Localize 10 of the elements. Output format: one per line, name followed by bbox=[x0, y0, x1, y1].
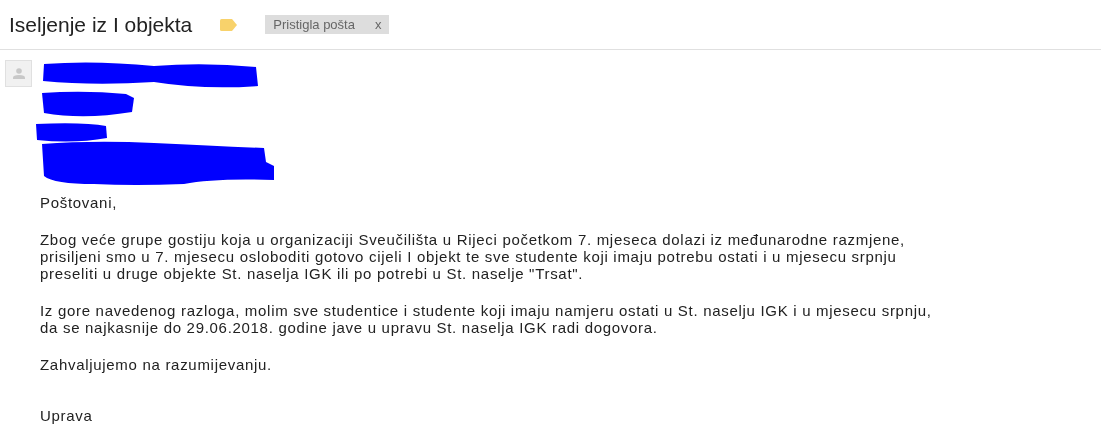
paragraph: Iz gore navedenog razloga, molim sve studentice i studente koji imaju namjeru ostati u St. naselju IGK i u mjesecu srpnju, da se najkasnije do 29.06.2018. godine jave u upravu St. naselja IGK radi dogovora. bbox=[40, 302, 932, 336]
paragraph: Zbog veće grupe gostiju koja u organizaciji Sveučilišta u Rijeci početkom 7. mjeseca dolazi iz međunarodne razmjene, prisiljeni smo u 7. mjesecu osloboditi gotovo cijeli I objekt te sve studente koji imaju potrebu ostati i u mjesecu srpnju preseliti u druge objekte St. naselja IGK ili po potrebi u St. naselje "Trsat". bbox=[40, 231, 906, 282]
paragraph: Poštovani, bbox=[40, 194, 119, 211]
paragraph: Zahvaljujemo na razumijevanju. bbox=[40, 356, 273, 373]
person-icon bbox=[12, 68, 25, 79]
label-name[interactable]: Pristigla pošta bbox=[273, 17, 355, 32]
signature: Uprava bbox=[40, 407, 94, 424]
label-icon[interactable] bbox=[220, 18, 238, 31]
remove-label-button[interactable]: x bbox=[374, 17, 382, 32]
email-subject: Iseljenje iz I objekta bbox=[9, 12, 193, 37]
